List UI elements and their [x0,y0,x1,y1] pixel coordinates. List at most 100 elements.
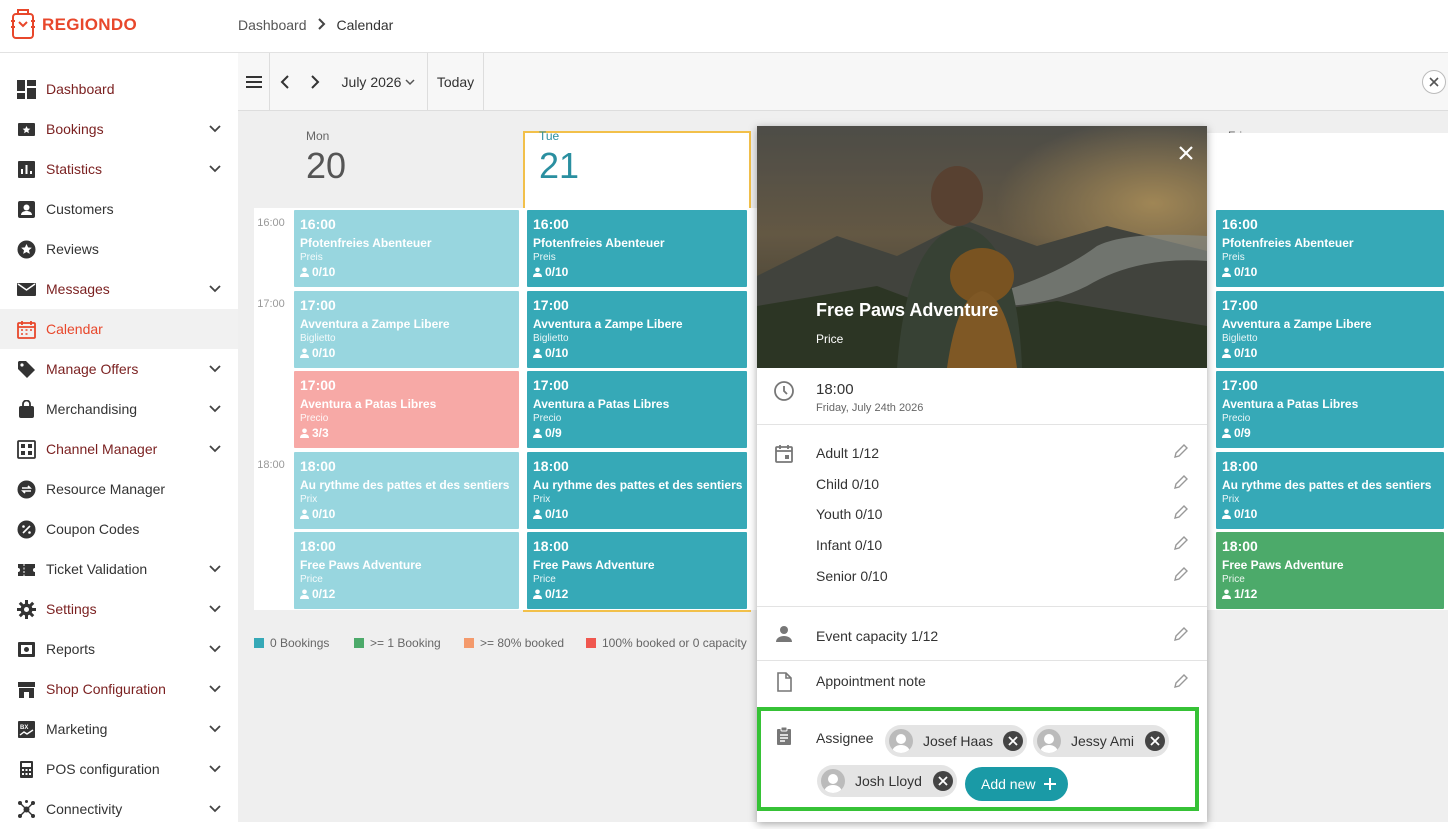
sidebar-item-label: Dashboard [46,81,115,97]
calendar-event[interactable]: 18:00 Free Paws Adventure Price 0/12 [294,532,519,609]
event-capacity: 0/10 [300,265,513,280]
event-time: 17:00 [533,377,569,393]
chevron-down-icon[interactable] [208,442,222,456]
sidebar-item-bookings[interactable]: Bookings [0,109,238,149]
assignee-chip[interactable]: Jessy Ami [1033,725,1169,757]
event-capacity-value: 0/12 [312,587,336,601]
breadcrumb-dashboard[interactable]: Dashboard [238,17,307,33]
chevron-down-icon[interactable] [208,722,222,736]
calendar-event[interactable]: 17:00 Aventura a Patas Libres Precio 3/3 [294,371,519,448]
sidebar-item-channel-manager[interactable]: Channel Manager [0,429,238,469]
sidebar-item-label: Shop Configuration [46,681,166,697]
event-capacity: 0/10 [300,507,513,522]
chevron-down-icon[interactable] [208,602,222,616]
assignee-section: Assignee Josef Haas Jessy Ami Josh Lloyd… [757,707,1199,811]
chevron-down-icon[interactable] [208,282,222,296]
event-price: Prix [300,494,318,505]
assignee-chip[interactable]: Josef Haas [885,725,1027,757]
sidebar-item-merchandising[interactable]: Merchandising [0,389,238,429]
edit-icon[interactable] [1173,626,1189,642]
event-time: 17:00 [1222,297,1258,313]
calendar-event[interactable]: 18:00 Au rythme des pattes et des sentier… [527,452,747,529]
chevron-right-icon [317,17,327,33]
chevron-down-icon[interactable] [208,162,222,176]
prev-button[interactable] [270,53,300,111]
remove-assignee-icon[interactable] [933,771,953,791]
tag-icon [17,360,36,379]
close-calendar-button[interactable] [1422,70,1446,94]
calendar-event[interactable]: 17:00 Aventura a Patas Libres Precio 0/9 [1216,371,1444,448]
time-label: 16:00 [254,217,288,229]
calendar-event[interactable]: 17:00 Avventura a Zampe Libere Biglietto 0/… [1216,291,1444,368]
sidebar-item-messages[interactable]: Messages [0,269,238,309]
event-capacity: 0/10 [533,265,741,280]
today-button[interactable]: Today [428,53,484,111]
assignee-chip[interactable]: Josh Lloyd [817,765,957,797]
sidebar-item-reviews[interactable]: Reviews [0,229,238,269]
calendar-event[interactable]: 17:00 Avventura a Zampe Libere Biglietto 0/… [294,291,519,368]
calendar-event[interactable]: 18:00 Au rythme des pattes et des sentier… [1216,452,1444,529]
next-button[interactable] [300,53,330,111]
sidebar-item-settings[interactable]: Settings [0,589,238,629]
calendar-event[interactable]: 16:00 Pfotenfreies Abenteuer Preis 0/10 [294,210,519,287]
chevron-down-icon[interactable] [208,402,222,416]
person-icon [533,427,542,441]
sidebar-item-connectivity[interactable]: Connectivity [0,789,238,829]
calendar-event[interactable]: 18:00 Free Paws Adventure Price 1/12 [1216,532,1444,609]
sidebar-item-dashboard[interactable]: Dashboard [0,69,238,109]
remove-assignee-icon[interactable] [1145,731,1165,751]
sidebar-item-customers[interactable]: Customers [0,189,238,229]
sidebar-item-label: Customers [46,201,114,217]
sidebar-item-ticket-validation[interactable]: Ticket Validation [0,549,238,589]
chevron-down-icon[interactable] [208,762,222,776]
add-assignee-button[interactable]: Add new [965,767,1068,801]
edit-icon[interactable] [1173,566,1189,582]
edit-icon[interactable] [1173,443,1189,459]
regiondo-logo[interactable]: REGIONDO [10,9,137,41]
person-icon [1222,266,1231,280]
sidebar-item-pos-configuration[interactable]: POS configuration [0,749,238,789]
sidebar-item-shop-configuration[interactable]: Shop Configuration [0,669,238,709]
breadcrumb-calendar: Calendar [336,17,394,33]
chevron-down-icon[interactable] [208,562,222,576]
edit-icon[interactable] [1173,474,1189,490]
sidebar-item-coupon-codes[interactable]: Coupon Codes [0,509,238,549]
sidebar-item-calendar[interactable]: Calendar [0,309,238,349]
sidebar-item-reports[interactable]: Reports [0,629,238,669]
event-name: Aventura a Patas Libres [1222,397,1359,411]
event-capacity: 0/10 [533,507,741,522]
edit-icon[interactable] [1173,504,1189,520]
calendar-event[interactable]: 16:00 Pfotenfreies Abenteuer Preis 0/10 [1216,210,1444,287]
edit-icon[interactable] [1173,673,1189,689]
calendar-event[interactable]: 16:00 Pfotenfreies Abenteuer Preis 0/10 [527,210,747,287]
assignee-label: Assignee [816,730,874,746]
sidebar-item-statistics[interactable]: Statistics [0,149,238,189]
event-date: Friday, July 24th 2026 [816,402,924,414]
chevron-down-icon[interactable] [208,122,222,136]
appointment-note[interactable]: Appointment note [816,673,926,689]
menu-toggle-button[interactable] [238,53,270,111]
close-panel-button[interactable] [1175,142,1197,164]
calendar-event[interactable]: 18:00 Au rythme des pattes et des sentier… [294,452,519,529]
legend-item: >= 1 Booking [354,636,441,650]
ticket-type-count: Child 0/10 [816,476,880,492]
remove-assignee-icon[interactable] [1003,731,1023,751]
calendar-event[interactable]: 17:00 Avventura a Zampe Libere Biglietto 0/… [527,291,747,368]
chevron-down-icon [405,79,415,86]
person-icon [1222,427,1231,441]
chevron-down-icon[interactable] [208,682,222,696]
calendar-event[interactable]: 18:00 Free Paws Adventure Price 0/12 [527,532,747,609]
edit-icon[interactable] [1173,535,1189,551]
chevron-down-icon[interactable] [208,362,222,376]
sidebar-item-manage-offers[interactable]: Manage Offers [0,349,238,389]
chevron-down-icon[interactable] [208,642,222,656]
sidebar-item-resource-manager[interactable]: Resource Manager [0,469,238,509]
clipboard-icon [777,726,791,745]
event-time: 16:00 [300,216,336,232]
legend-swatch [354,638,364,648]
sidebar-item-label: Ticket Validation [46,561,148,577]
month-dropdown[interactable]: July 2026 [330,53,428,111]
calendar-event[interactable]: 17:00 Aventura a Patas Libres Precio 0/9 [527,371,747,448]
chevron-down-icon[interactable] [208,802,222,816]
sidebar-item-marketing[interactable]: BX Marketing [0,709,238,749]
